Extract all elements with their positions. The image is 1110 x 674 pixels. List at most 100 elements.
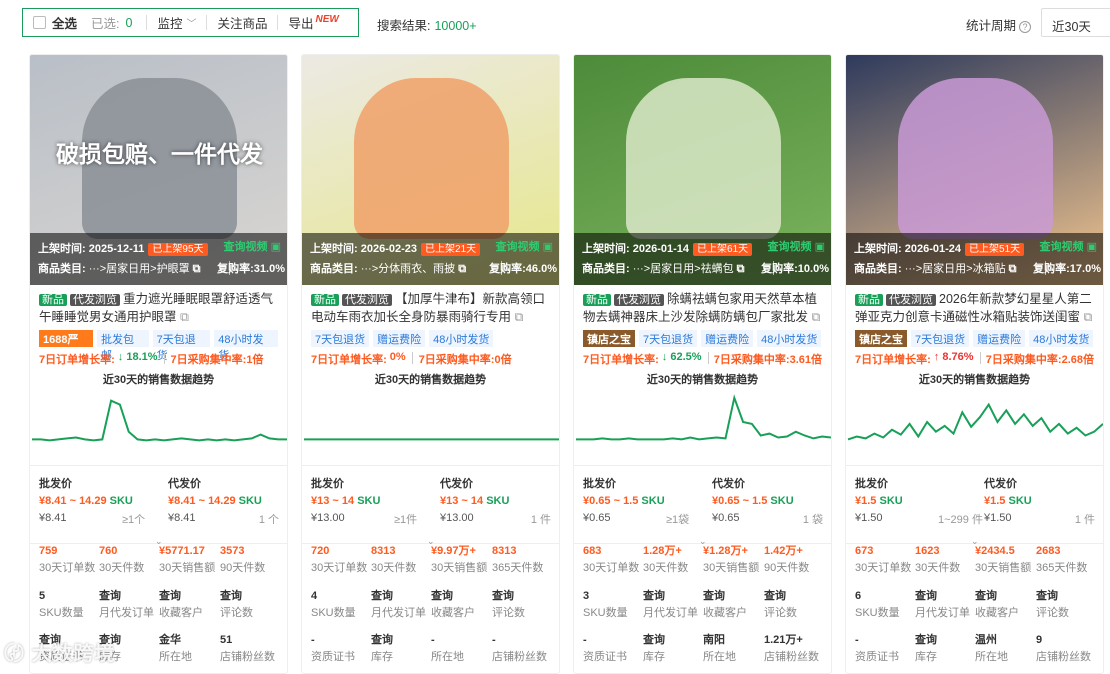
stat-value: 查询 xyxy=(1036,588,1069,605)
video-link[interactable]: 查询视频 ▣ xyxy=(1040,238,1097,254)
stat-cell[interactable]: 查询月代发订单 xyxy=(371,588,426,622)
product-image[interactable]: 上架时间: 2026-01-24已上架51天 查询视频 ▣ 商品类目: ···>… xyxy=(846,55,1104,285)
stat-cell[interactable]: 查询评论数 xyxy=(492,588,525,622)
dropship-label: 代发价 xyxy=(168,476,262,493)
copy-icon[interactable]: ⧉ xyxy=(193,263,201,275)
stat-cell[interactable]: 查询库存 xyxy=(915,632,937,666)
category-value: ···>居家日用>护眼罩 xyxy=(89,263,190,275)
stat-cell[interactable]: 查询收藏客户 xyxy=(703,588,747,622)
product-title[interactable]: 新品代发浏览2026年新款梦幻星星人第二弹亚克力创意卡通磁性冰箱贴装饰送闺蜜 ⧉ xyxy=(846,285,1103,327)
product-card[interactable]: 上架时间: 2026-02-23已上架21天 查询视频 ▣ 商品类目: ···>… xyxy=(301,54,560,674)
stat-label: 店铺粉丝数 xyxy=(492,649,547,666)
new-badge: 新品 xyxy=(39,294,67,306)
copy-icon[interactable]: ⧉ xyxy=(1084,310,1093,324)
product-title[interactable]: 新品代发浏览【加厚牛津布】新款高领口电动车雨衣加长全身防暴雨骑行专用 ⧉ xyxy=(302,285,559,327)
growth-row: 7日订单增长率:↓ 62.5%7日采购集中率:3.61倍 xyxy=(574,347,831,367)
copy-icon[interactable]: ⧉ xyxy=(180,310,189,324)
listed-date: 2026-01-24 xyxy=(905,243,961,255)
stat-value: 查询 xyxy=(915,588,970,605)
sales-trend-chart xyxy=(846,393,1104,455)
divider xyxy=(146,15,147,30)
conc-label: 7日采购集中率: xyxy=(986,351,1062,367)
stat-label: 30天订单数 xyxy=(855,560,911,577)
stat-cell: 76030天件数 xyxy=(99,543,144,577)
stat-cell: 金华所在地 xyxy=(159,632,192,666)
service-tag: 48小时发货 xyxy=(429,330,493,347)
product-title[interactable]: 新品代发浏览重力遮光睡眠眼罩舒适透气午睡睡觉男女通用护眼罩 ⧉ xyxy=(30,285,287,327)
product-card[interactable]: 上架时间: 2026-01-14已上架61天 查询视频 ▣ 商品类目: ···>… xyxy=(573,54,832,674)
stat-cell[interactable]: 查询收藏客户 xyxy=(975,588,1019,622)
follow-button[interactable]: 关注商品 xyxy=(217,13,267,32)
stat-label: 评论数 xyxy=(492,605,525,622)
help-icon[interactable]: ? xyxy=(1019,21,1031,33)
stat-label: 库存 xyxy=(915,649,937,666)
stat-cell[interactable]: 查询评论数 xyxy=(764,588,797,622)
stat-cell[interactable]: 查询月代发订单 xyxy=(643,588,698,622)
service-tag: 48小时发货 xyxy=(1029,330,1093,347)
dropship-min: ¥8.41 xyxy=(168,510,262,527)
product-image[interactable]: 上架时间: 2026-01-14已上架61天 查询视频 ▣ 商品类目: ···>… xyxy=(574,55,832,285)
stat-label: 店铺粉丝数 xyxy=(1036,649,1091,666)
product-shape xyxy=(898,78,1053,239)
service-tag: 48小时发货 xyxy=(214,330,278,347)
dropship-label: 代发价 xyxy=(984,476,1032,493)
monitor-button[interactable]: 监控﹀ xyxy=(157,13,196,32)
dropship-range: ¥1.5 xyxy=(984,495,1005,507)
action-toolbox: 全选 已选:0 监控﹀ 关注商品 导出NEW xyxy=(22,8,359,37)
stat-cell[interactable]: 查询收藏客户 xyxy=(159,588,203,622)
product-card[interactable]: 上架时间: 2026-01-24已上架51天 查询视频 ▣ 商品类目: ···>… xyxy=(845,54,1104,674)
sku-label: SKU xyxy=(357,495,380,507)
wholesale-range: ¥0.65 ~ 1.5 xyxy=(583,495,638,507)
copy-icon[interactable]: ⧉ xyxy=(1009,263,1017,275)
stat-cell[interactable]: 查询评论数 xyxy=(1036,588,1069,622)
stat-value: 760 xyxy=(99,543,144,560)
image-overlay: 上架时间: 2026-01-14已上架61天 查询视频 ▣ 商品类目: ···>… xyxy=(574,233,832,285)
video-link[interactable]: 查询视频 ▣ xyxy=(496,238,553,254)
stat-cell: 51店铺粉丝数 xyxy=(220,632,275,666)
video-label: 查询视频 xyxy=(1040,241,1084,253)
stat-cell[interactable]: 查询库存 xyxy=(371,632,393,666)
stat-cell: 72030天订单数 xyxy=(311,543,367,577)
product-card[interactable]: 破损包赔、一件代发 上架时间: 2025-12-11已上架95天 查询视频 ▣ … xyxy=(29,54,288,674)
trend-line xyxy=(576,398,831,440)
category-label: 商品类目: xyxy=(582,263,630,275)
copy-icon[interactable]: ⧉ xyxy=(812,310,821,324)
copy-icon[interactable]: ⧉ xyxy=(737,263,745,275)
dropship-badge: 代发浏览 xyxy=(342,294,392,306)
product-image[interactable]: 破损包赔、一件代发 上架时间: 2025-12-11已上架95天 查询视频 ▣ … xyxy=(30,55,288,285)
price-block: 批发价¥8.41 ~ 14.29 SKU¥8.41 ≥1个 代发价¥8.41 ~… xyxy=(30,465,287,527)
product-image[interactable]: 上架时间: 2026-02-23已上架21天 查询视频 ▣ 商品类目: ···>… xyxy=(302,55,560,285)
copy-icon[interactable]: ⧉ xyxy=(515,310,524,324)
video-link[interactable]: 查询视频 ▣ xyxy=(768,238,825,254)
image-overlay: 上架时间: 2026-01-24已上架51天 查询视频 ▣ 商品类目: ···>… xyxy=(846,233,1104,285)
stat-label: 资质证书 xyxy=(311,649,355,666)
checkbox-icon[interactable] xyxy=(33,16,46,29)
period-select[interactable]: 近30天 xyxy=(1041,8,1110,37)
video-link[interactable]: 查询视频 ▣ xyxy=(224,238,281,254)
select-all-checkbox[interactable]: 全选 xyxy=(33,13,77,32)
stat-value: 查询 xyxy=(431,588,475,605)
stat-cell[interactable]: 查询月代发订单 xyxy=(99,588,154,622)
stat-label: 店铺粉丝数 xyxy=(764,649,819,666)
monitor-label: 监控 xyxy=(157,13,182,32)
tag-list: 镇店之宝7天包退货赠运费险48小时发货 xyxy=(846,327,1103,347)
stat-cell[interactable]: 查询收藏客户 xyxy=(431,588,475,622)
period-select-value: 近30天 xyxy=(1052,20,1091,34)
wholesale-price: 批发价¥13 ~ 14 SKU¥13.00 xyxy=(311,476,380,527)
product-title[interactable]: 新品代发浏览除螨祛螨包家用天然草本植物去螨神器床上沙发除螨防螨包厂家批发 ⧉ xyxy=(574,285,831,327)
export-button[interactable]: 导出NEW xyxy=(288,13,338,32)
stat-label: 所在地 xyxy=(159,649,192,666)
trend-title: 近30天的销售数据趋势 xyxy=(574,371,831,387)
stat-label: 30天销售额 xyxy=(431,560,487,577)
stat-cell[interactable]: 查询评论数 xyxy=(220,588,253,622)
copy-icon[interactable]: ⧉ xyxy=(458,263,466,275)
trend-title: 近30天的销售数据趋势 xyxy=(302,371,559,387)
stat-value: 1623 xyxy=(915,543,960,560)
stat-label: 30天订单数 xyxy=(583,560,639,577)
dropship-price: 代发价¥13 ~ 14 SKU¥13.00 xyxy=(440,476,509,527)
stat-label: 30天销售额 xyxy=(159,560,215,577)
stat-value: - xyxy=(431,632,464,649)
search-result: 搜索结果:10000+ xyxy=(377,15,477,34)
stat-cell[interactable]: 查询库存 xyxy=(643,632,665,666)
stat-cell[interactable]: 查询月代发订单 xyxy=(915,588,970,622)
